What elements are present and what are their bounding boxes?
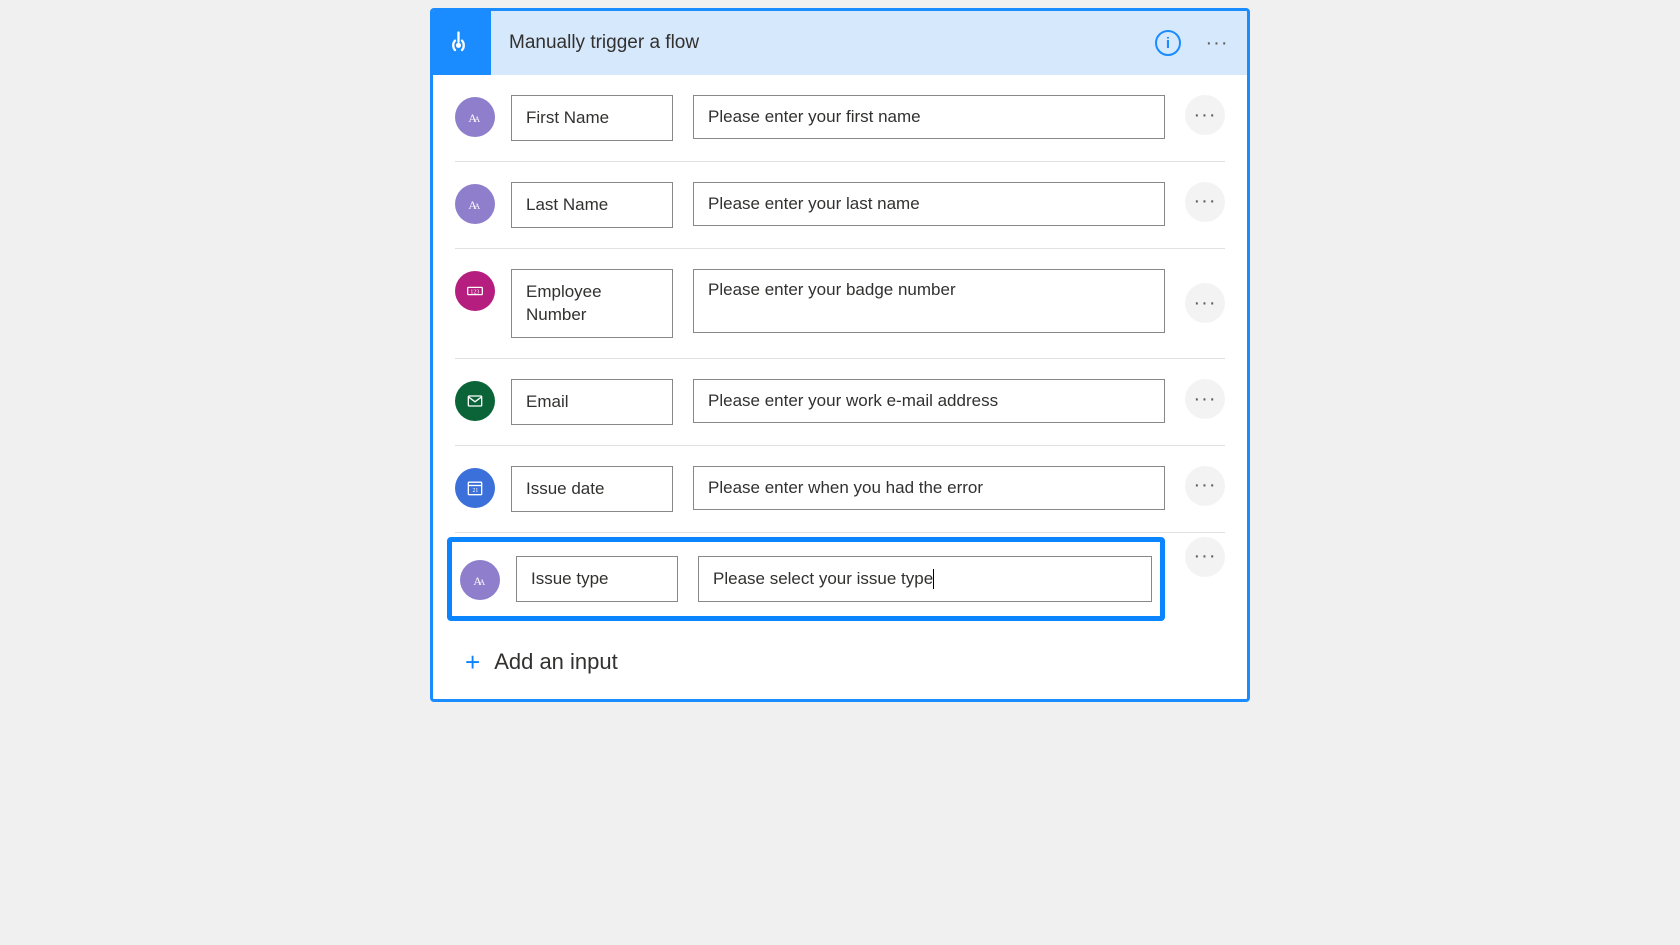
input-placeholder-field[interactable] — [693, 466, 1165, 510]
input-row-last-name: AA ··· — [455, 162, 1225, 249]
number-type-icon: 123 — [455, 271, 495, 311]
highlight-frame: AA Please select your issue type — [447, 537, 1165, 621]
card-title: Manually trigger a flow — [491, 32, 1155, 54]
input-menu-button[interactable]: ··· — [1185, 537, 1225, 577]
svg-text:A: A — [474, 202, 480, 211]
input-row-issue-date: 21 ··· — [455, 446, 1225, 533]
card-menu-button[interactable]: ··· — [1199, 25, 1235, 61]
input-placeholder-text[interactable] — [708, 107, 1150, 127]
input-placeholder-text[interactable] — [708, 194, 1150, 214]
input-menu-button[interactable]: ··· — [1185, 283, 1225, 323]
text-type-icon: AA — [455, 97, 495, 137]
input-placeholder-field[interactable]: Please select your issue type — [698, 556, 1152, 602]
text-type-icon: AA — [455, 184, 495, 224]
text-type-icon: AA — [460, 560, 500, 600]
email-type-icon — [455, 381, 495, 421]
input-placeholder-field[interactable] — [693, 269, 1165, 333]
input-row-employee-number: 123 Employee Number ··· — [455, 249, 1225, 360]
input-menu-button[interactable]: ··· — [1185, 379, 1225, 419]
input-row-issue-type: AA Please select your issue type ··· — [447, 533, 1225, 625]
trigger-card: Manually trigger a flow i ··· AA ··· — [430, 8, 1250, 702]
input-placeholder-text[interactable]: Please select your issue type — [713, 567, 934, 591]
input-menu-button[interactable]: ··· — [1185, 466, 1225, 506]
svg-text:123: 123 — [470, 289, 479, 295]
svg-text:A: A — [479, 578, 485, 587]
input-placeholder-text[interactable] — [708, 478, 1150, 498]
input-name-text[interactable] — [531, 569, 663, 589]
card-header: Manually trigger a flow i ··· — [433, 11, 1247, 75]
date-type-icon: 21 — [455, 468, 495, 508]
plus-icon: + — [465, 649, 480, 675]
input-row-first-name: AA ··· — [455, 75, 1225, 162]
add-input-label: Add an input — [494, 649, 618, 675]
trigger-icon — [433, 11, 491, 75]
header-actions: i ··· — [1155, 25, 1235, 61]
input-name-field[interactable] — [511, 95, 673, 141]
svg-text:A: A — [474, 115, 480, 124]
input-menu-button[interactable]: ··· — [1185, 182, 1225, 222]
input-row-email: ··· — [455, 359, 1225, 446]
input-placeholder-field[interactable] — [693, 379, 1165, 423]
input-placeholder-text[interactable] — [708, 391, 1150, 411]
input-name-text[interactable] — [526, 195, 658, 215]
input-name-text[interactable] — [526, 108, 658, 128]
input-name-field[interactable] — [511, 466, 673, 512]
input-name-text[interactable]: Employee Number — [526, 282, 602, 325]
info-icon[interactable]: i — [1155, 30, 1181, 56]
input-name-text[interactable] — [526, 392, 658, 412]
card-body: AA ··· AA — [433, 75, 1247, 699]
svg-text:21: 21 — [473, 488, 479, 494]
input-name-field[interactable] — [516, 556, 678, 602]
input-name-field[interactable]: Employee Number — [511, 269, 673, 339]
input-placeholder-field[interactable] — [693, 182, 1165, 226]
input-placeholder-text[interactable] — [708, 280, 1150, 300]
input-menu-button[interactable]: ··· — [1185, 95, 1225, 135]
input-name-text[interactable] — [526, 479, 658, 499]
input-placeholder-field[interactable] — [693, 95, 1165, 139]
add-input-button[interactable]: + Add an input — [455, 625, 1225, 695]
input-name-field[interactable] — [511, 379, 673, 425]
input-name-field[interactable] — [511, 182, 673, 228]
